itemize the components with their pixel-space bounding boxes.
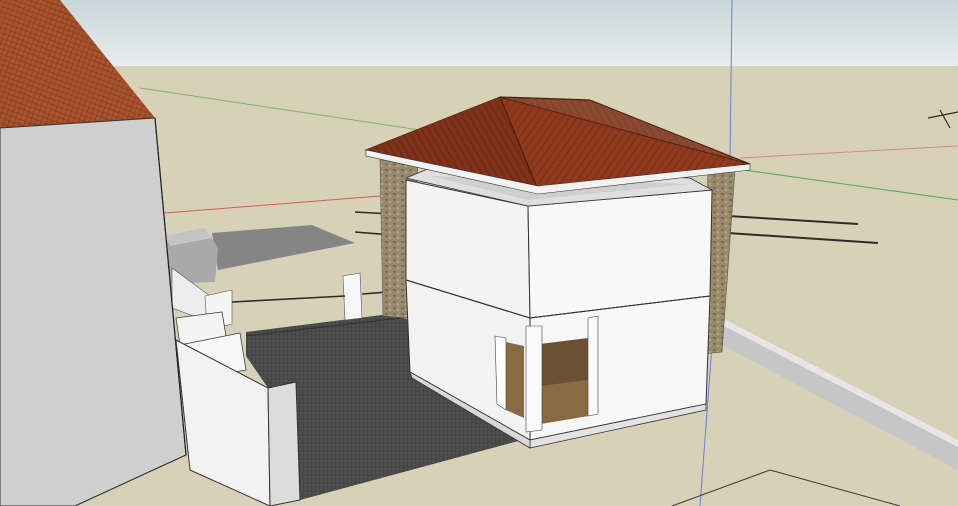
left-building-wall <box>0 117 187 506</box>
door-column-2 <box>587 315 599 417</box>
door-opening-left <box>506 342 524 418</box>
3d-model-viewport[interactable] <box>0 0 958 506</box>
wall-pillar <box>342 272 363 321</box>
courtyard-wall-end <box>267 381 301 506</box>
door-frame-left <box>494 335 507 411</box>
3d-scene[interactable] <box>0 0 958 506</box>
sky <box>0 0 958 68</box>
door-column <box>525 325 543 433</box>
